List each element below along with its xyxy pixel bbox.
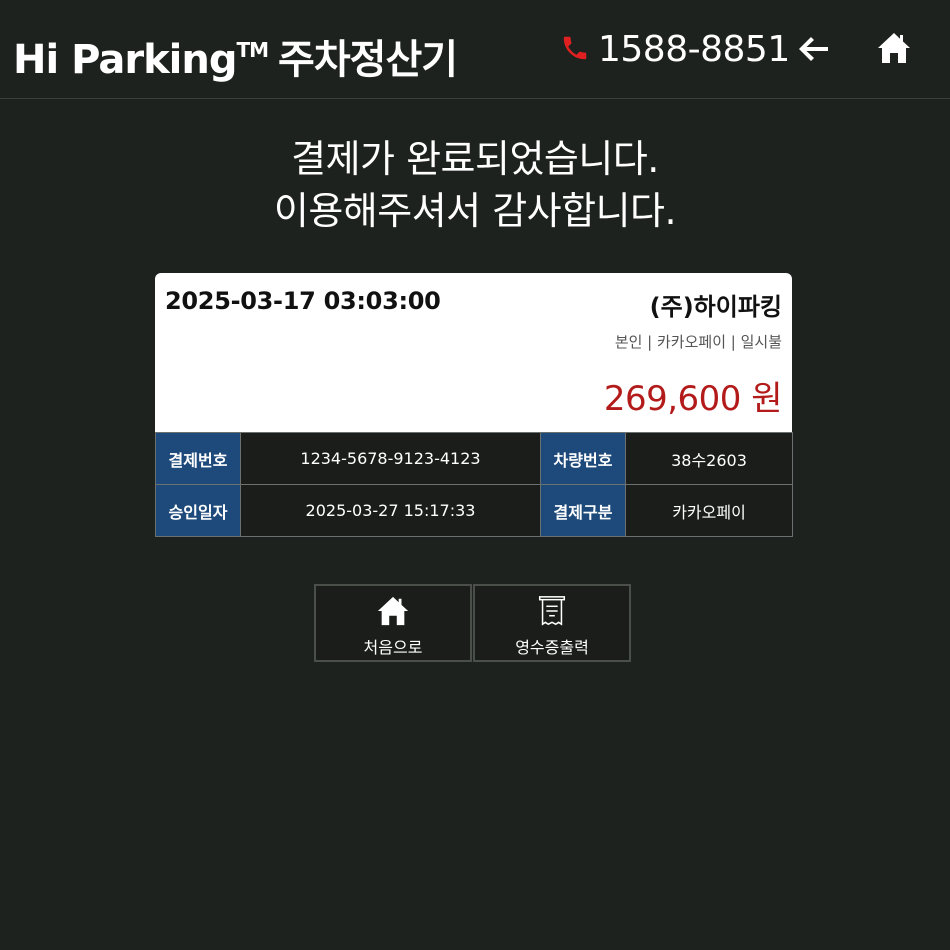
- app-title: Hi ParkingTM 주차정산기: [13, 25, 458, 85]
- app-subtitle: 주차정산기: [278, 37, 458, 83]
- receipt-icon: [538, 596, 566, 626]
- print-receipt-button[interactable]: 영수증출력: [473, 584, 631, 662]
- payment-card: 2025-03-17 03:03:00 (주)하이파킹 본인 | 카카오페이 |…: [155, 273, 792, 433]
- go-home-button[interactable]: 처음으로: [314, 584, 472, 662]
- brand-name: Hi Parking: [13, 37, 237, 83]
- value-payment-type: 카카오페이: [625, 484, 793, 537]
- phone-icon: [563, 36, 587, 60]
- value-payment-number: 1234-5678-9123-4123: [240, 432, 541, 485]
- table-row: 승인일자 2025-03-27 15:17:33 결제구분 카카오페이: [155, 484, 793, 537]
- trademark: TM: [236, 38, 270, 62]
- label-approval-date: 승인일자: [155, 484, 241, 537]
- merchant-name: (주)하이파킹: [649, 293, 782, 321]
- value-approval-date: 2025-03-27 15:17:33: [240, 484, 541, 537]
- go-home-label: 처음으로: [363, 638, 423, 657]
- table-row: 결제번호 1234-5678-9123-4123 차량번호 38수2603: [155, 432, 793, 485]
- arrow-left-icon[interactable]: [797, 34, 831, 64]
- label-payment-type: 결제구분: [540, 484, 626, 537]
- label-payment-number: 결제번호: [155, 432, 241, 485]
- print-receipt-label: 영수증출력: [515, 638, 589, 657]
- payment-amount: 269,600 원: [603, 379, 783, 419]
- message-line-1: 결제가 완료되었습니다.: [291, 137, 659, 181]
- payment-date: 2025-03-17 03:03:00: [165, 287, 441, 315]
- header-bar: Hi ParkingTM 주차정산기 1588-8851: [0, 0, 950, 99]
- payment-info-table: 결제번호 1234-5678-9123-4123 차량번호 38수2603 승인…: [155, 432, 793, 537]
- completion-message: 결제가 완료되었습니다. 이용해주셔서 감사합니다.: [0, 133, 950, 237]
- phone-number: 1588-8851: [598, 29, 790, 70]
- home-icon: [377, 596, 409, 626]
- message-line-2: 이용해주셔서 감사합니다.: [273, 189, 677, 233]
- value-vehicle-number: 38수2603: [625, 432, 793, 485]
- payment-detail: 본인 | 카카오페이 | 일시불: [614, 333, 782, 351]
- label-vehicle-number: 차량번호: [540, 432, 626, 485]
- home-icon[interactable]: [876, 30, 912, 66]
